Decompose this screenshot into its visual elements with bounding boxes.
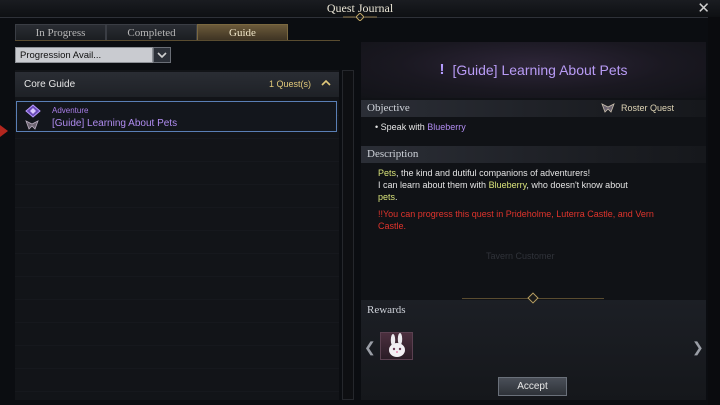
guide-gem-icon	[25, 104, 41, 118]
quest-name: [Guide] Learning About Pets	[52, 118, 178, 129]
quest-detail-title-row: ! [Guide] Learning About Pets	[361, 61, 706, 78]
right-edge	[708, 17, 720, 405]
quest-list-scrollbar[interactable]	[342, 70, 354, 400]
close-icon[interactable]: ✕	[697, 0, 710, 17]
quest-list-item[interactable]: Adventure [Guide] Learning About Pets	[16, 101, 337, 132]
rewards-label: Rewards	[367, 304, 406, 316]
left-edge-marker-icon	[0, 125, 8, 137]
desc-highlight-pets-2: pets	[378, 192, 396, 202]
tab-completed[interactable]: Completed	[106, 24, 197, 41]
roster-icon	[601, 103, 615, 113]
bullet: •	[375, 122, 379, 132]
chevron-right-icon[interactable]: ❯	[692, 339, 704, 356]
quest-detail-title: [Guide] Learning About Pets	[452, 61, 628, 78]
title-bar: Quest Journal ✕	[0, 0, 720, 21]
objective-npc: Blueberry	[427, 122, 466, 132]
progression-filter-dropdown[interactable]: Progression Avail...	[15, 47, 171, 63]
tab-bar: In Progress Completed Guide	[15, 24, 288, 41]
description-section-header: Description	[361, 146, 706, 163]
chevron-left-icon[interactable]: ❮	[364, 339, 376, 356]
objective-label: Objective	[367, 102, 410, 114]
quest-description: Pets, the kind and dutiful companions of…	[378, 167, 678, 203]
chevron-down-icon[interactable]	[153, 47, 171, 63]
quest-type: Adventure	[52, 106, 89, 115]
filter-value[interactable]: Progression Avail...	[15, 47, 153, 63]
reward-item[interactable]	[380, 332, 413, 360]
objective-text: Speak with	[380, 122, 428, 132]
title-ornament-icon	[343, 13, 377, 21]
desc-line3: .	[395, 192, 398, 202]
category-count: 1 Quest(s)	[268, 79, 311, 89]
tab-divider	[15, 40, 340, 41]
desc-highlight-pets: Pets	[378, 168, 397, 178]
category-name: Core Guide	[24, 79, 76, 90]
desc-line1: , the kind and dutiful companions of adv…	[396, 168, 591, 178]
desc-line2-prefix: I can learn about them with	[378, 180, 489, 190]
accept-button[interactable]: Accept	[498, 377, 567, 396]
description-label: Description	[367, 148, 419, 160]
warning-text: !!You can progress this quest in Prideho…	[378, 209, 654, 231]
pet-bunny-icon	[389, 333, 405, 357]
tab-guide[interactable]: Guide	[197, 24, 288, 41]
desc-npc: Blueberry	[488, 180, 527, 190]
roster-icon	[25, 120, 39, 130]
roster-quest-label: Roster Quest	[620, 103, 674, 113]
objective-section-header: Objective Roster Quest	[361, 100, 706, 117]
category-core-guide[interactable]: Core Guide 1 Quest(s)	[15, 72, 339, 97]
background-label: Tavern Customer	[486, 251, 555, 261]
tab-in-progress[interactable]: In Progress	[15, 24, 106, 41]
objective-item: • Speak with Blueberry	[375, 122, 466, 132]
chevron-up-icon[interactable]	[321, 79, 331, 87]
roster-quest-badge: Roster Quest	[601, 103, 674, 113]
desc-line2-rest: , who doesn't know about	[526, 180, 628, 190]
exclamation-icon: !	[439, 61, 445, 78]
